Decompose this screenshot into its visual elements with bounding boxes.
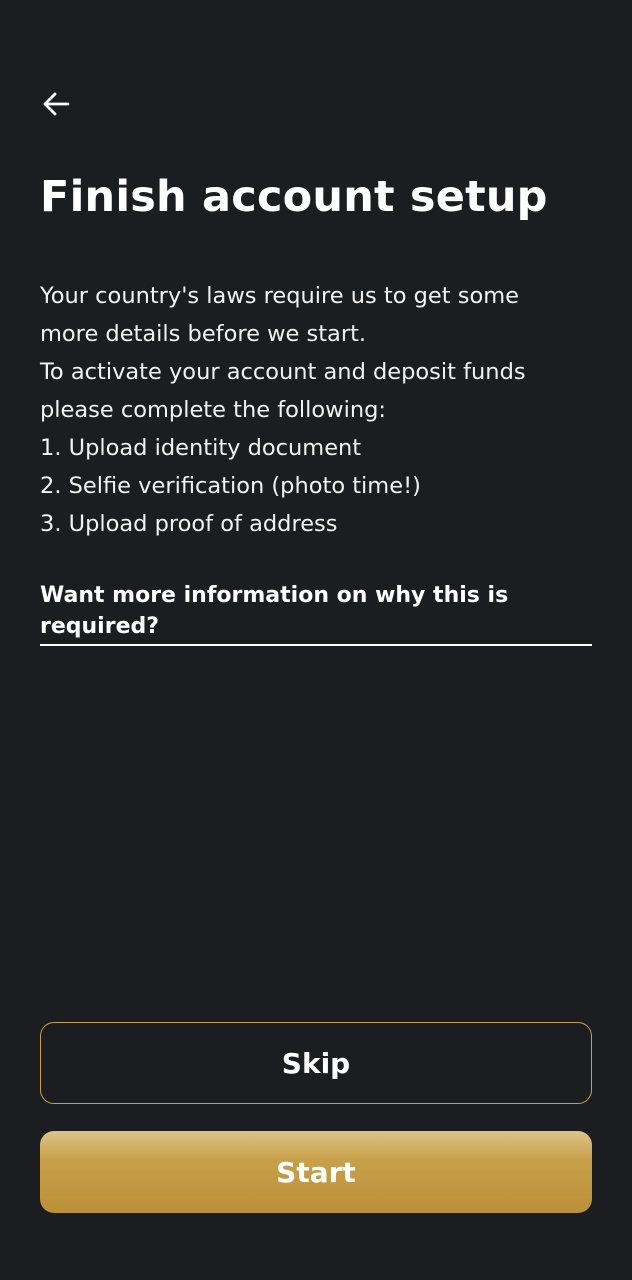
page-title: Finish account setup xyxy=(40,172,548,222)
step-item-upload-id: 1. Upload identity document xyxy=(40,435,362,461)
step-item-proof-of-address: 3. Upload proof of address xyxy=(40,511,338,537)
start-button[interactable]: Start xyxy=(40,1131,592,1213)
start-button-label: Start xyxy=(276,1155,356,1189)
more-info-link[interactable]: Want more information on why this is req… xyxy=(40,580,592,646)
skip-button-label: Skip xyxy=(281,1046,351,1080)
intro-line: To activate your account and deposit fun… xyxy=(40,359,526,385)
intro-line: please complete the following: xyxy=(40,397,386,423)
intro-line: Your country's laws require us to get so… xyxy=(40,283,519,309)
step-item-selfie: 2. Selfie verification (photo time!) xyxy=(40,473,421,499)
skip-button[interactable]: Skip xyxy=(40,1022,592,1104)
intro-text: Your country's laws require us to get so… xyxy=(40,277,600,543)
intro-line: more details before we start. xyxy=(40,321,367,347)
back-button[interactable] xyxy=(36,86,76,126)
arrow-left-icon xyxy=(41,91,71,121)
